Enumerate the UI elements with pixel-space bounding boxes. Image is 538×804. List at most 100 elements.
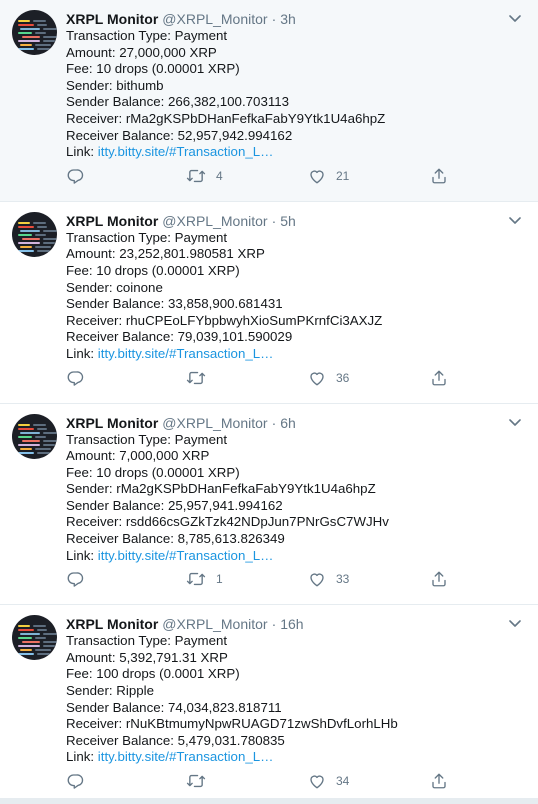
share-button[interactable]: [430, 167, 448, 185]
timestamp[interactable]: 6h: [280, 414, 296, 432]
avatar-graphic-line: [20, 633, 40, 636]
retweet-icon: [186, 369, 206, 387]
retweet-button[interactable]: [186, 369, 216, 387]
avatar-graphic-line: [20, 245, 32, 248]
tweet-text: Transaction Type: Payment Amount: 5,392,7…: [66, 633, 522, 766]
chevron-down-icon[interactable]: [506, 615, 524, 633]
tweet-link[interactable]: itty.bitty.site/#Transaction_L…: [98, 749, 274, 764]
avatar-graphic-line: [43, 633, 57, 636]
avatar-graphic-line: [43, 40, 55, 42]
avatar-graphic-line: [43, 641, 57, 644]
like-button[interactable]: 33: [308, 570, 349, 588]
share-button[interactable]: [430, 772, 448, 790]
avatar-graphic-line: [18, 629, 34, 632]
heart-icon: [308, 369, 326, 387]
user-handle[interactable]: @XRPL_Monitor: [162, 615, 267, 633]
tweet-line: Sender: Ripple: [66, 683, 154, 699]
tweet-link[interactable]: itty.bitty.site/#Transaction_L…: [98, 548, 274, 563]
avatar[interactable]: [12, 10, 57, 55]
display-name[interactable]: XRPL Monitor: [66, 10, 158, 28]
retweet-button[interactable]: [186, 772, 216, 790]
user-handle[interactable]: @XRPL_Monitor: [162, 212, 267, 230]
avatar-graphic-line: [37, 24, 47, 26]
avatar-graphic-line: [22, 641, 40, 644]
retweet-button[interactable]: 1: [186, 570, 223, 588]
tweet-line: Sender: coinone: [66, 279, 163, 295]
reply-button[interactable]: [66, 570, 84, 588]
retweet-icon: [186, 167, 206, 185]
avatar-graphic-line: [20, 649, 32, 652]
reply-button[interactable]: [66, 369, 84, 387]
avatar-graphic-line: [18, 24, 34, 26]
tweet-header: XRPL Monitor @XRPL_Monitor · 16h: [66, 615, 522, 633]
tweet[interactable]: XRPL Monitor @XRPL_Monitor · 5h Transact…: [0, 201, 538, 404]
avatar[interactable]: [12, 211, 57, 257]
user-handle[interactable]: @XRPL_Monitor: [162, 10, 267, 28]
avatar-graphic-line: [37, 653, 50, 656]
like-button[interactable]: 34: [308, 772, 349, 790]
chevron-down-icon[interactable]: [506, 10, 524, 28]
avatar-graphic-line: [18, 48, 34, 50]
avatar-graphic-line: [20, 28, 40, 30]
chevron-down-icon[interactable]: [506, 212, 524, 230]
avatar-graphic-line: [37, 225, 47, 228]
display-name[interactable]: XRPL Monitor: [66, 414, 158, 432]
like-button[interactable]: 21: [308, 167, 349, 185]
tweet-line: Sender Balance: 33,858,900.681431: [66, 296, 283, 312]
tweet[interactable]: XRPL Monitor @XRPL_Monitor · 3h Transact…: [0, 0, 538, 202]
avatar-graphic-line: [37, 427, 47, 430]
timestamp[interactable]: 5h: [280, 212, 296, 230]
avatar-graphic-line: [18, 427, 34, 430]
link-label: Link:: [66, 345, 95, 361]
chevron-down-icon[interactable]: [506, 414, 524, 432]
bottom-divider: [0, 798, 538, 804]
retweet-button[interactable]: 4: [186, 167, 223, 185]
tweet-line: Transaction Type: Payment: [66, 633, 228, 649]
avatar-graphic-line: [37, 451, 50, 454]
like-count: 36: [336, 370, 350, 385]
avatar[interactable]: [12, 615, 57, 661]
tweet-line: Sender Balance: 266,382,100.703113: [66, 94, 290, 110]
tweet-actions: 4 21: [66, 161, 522, 201]
tweet-line: Receiver: rsdd66csGZkTzk42NDpJun7PNrGsC7…: [66, 514, 389, 530]
avatar-graphic-line: [18, 40, 40, 42]
tweet-header: XRPL Monitor @XRPL_Monitor · 3h: [66, 10, 522, 28]
avatar-graphic-line: [18, 221, 30, 224]
heart-icon: [308, 772, 326, 790]
tweet-line: Transaction Type: Payment: [66, 229, 228, 245]
reply-button[interactable]: [66, 167, 84, 185]
user-handle[interactable]: @XRPL_Monitor: [162, 414, 267, 432]
avatar[interactable]: [12, 413, 57, 459]
reply-button[interactable]: [66, 772, 84, 790]
tweet[interactable]: XRPL Monitor @XRPL_Monitor · 16h Transac…: [0, 605, 538, 804]
tweet-link[interactable]: itty.bitty.site/#Transaction_L…: [98, 144, 274, 159]
display-name[interactable]: XRPL Monitor: [66, 212, 158, 230]
avatar-graphic-line: [18, 233, 32, 236]
like-count: 33: [336, 572, 350, 587]
reply-icon: [66, 167, 84, 185]
separator-dot: ·: [271, 11, 277, 27]
retweet-count: 1: [216, 572, 223, 587]
avatar-graphic-line: [43, 645, 55, 648]
avatar-graphic-line: [35, 637, 46, 640]
avatar-graphic-line: [18, 451, 34, 454]
tweet-link[interactable]: itty.bitty.site/#Transaction_L…: [98, 346, 274, 361]
reply-icon: [66, 772, 84, 790]
tweet-line: Receiver: rhuCPEoLFYbpbwyhXioSumPKrnfCi3…: [66, 312, 383, 328]
like-button[interactable]: 36: [308, 369, 349, 387]
tweet[interactable]: XRPL Monitor @XRPL_Monitor · 6h Transact…: [0, 403, 538, 606]
share-button[interactable]: [430, 369, 448, 387]
tweet-lines: Transaction Type: Payment Amount: 27,000,…: [66, 28, 522, 144]
separator-dot: ·: [271, 414, 277, 431]
tweet-line: Sender Balance: 25,957,941.994162: [66, 497, 283, 513]
avatar-graphic-line: [35, 649, 51, 652]
tweet-line: Fee: 10 drops (0.00001 XRP): [66, 61, 240, 77]
tweet-line: Amount: 23,252,801.980581 XRP: [66, 246, 265, 262]
timestamp[interactable]: 3h: [280, 10, 296, 28]
timestamp[interactable]: 16h: [280, 615, 303, 633]
avatar-graphic-line: [18, 645, 40, 648]
avatar-graphic-line: [18, 653, 34, 656]
avatar-graphic-line: [35, 447, 51, 450]
share-button[interactable]: [430, 570, 448, 588]
display-name[interactable]: XRPL Monitor: [66, 615, 158, 633]
